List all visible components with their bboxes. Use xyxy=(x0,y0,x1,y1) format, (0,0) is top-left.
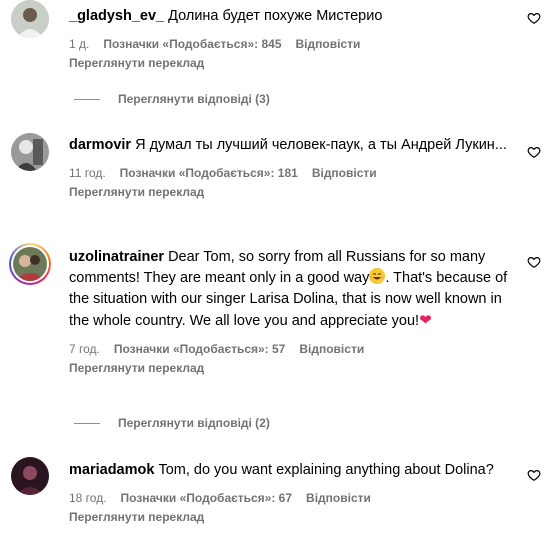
heart-outline-icon[interactable] xyxy=(527,11,541,25)
view-replies-label: Переглянути відповіді (3) xyxy=(118,92,270,106)
timestamp[interactable]: 7 год. xyxy=(69,341,100,357)
comment-content: Tom, do you want explaining anything abo… xyxy=(158,462,494,478)
comment-text: uzolinatrainer Dear Tom, so sorry from al… xyxy=(69,247,511,332)
comment-meta: 7 год. Позначки «Подобається»: 57 Відпов… xyxy=(69,341,511,357)
see-translation-link[interactable]: Переглянути переклад xyxy=(69,509,511,525)
view-replies-label: Переглянути відповіді (2) xyxy=(118,416,270,430)
face-with-tears-of-joy-icon xyxy=(369,268,386,284)
see-translation-link[interactable]: Переглянути переклад xyxy=(69,55,511,71)
username[interactable]: _gladysh_ev_ xyxy=(69,8,164,24)
view-replies-button[interactable]: Переглянути відповіді (2) xyxy=(74,416,270,430)
comment-text: _gladysh_ev_ Долина будет похуже Мистерио xyxy=(69,6,511,27)
comment-body: _gladysh_ev_ Долина будет похуже Мистерио… xyxy=(69,6,511,71)
comments-feed: _gladysh_ev_ Долина будет похуже Мистерио… xyxy=(0,0,555,551)
comment-meta: 18 год. Позначки «Подобається»: 67 Відпо… xyxy=(69,490,511,506)
reply-button[interactable]: Відповісти xyxy=(312,165,377,181)
divider-line xyxy=(74,98,100,100)
heart-outline-icon[interactable] xyxy=(527,468,541,482)
likes-count[interactable]: Позначки «Подобається»: 181 xyxy=(120,165,298,181)
username[interactable]: uzolinatrainer xyxy=(69,249,164,265)
likes-count[interactable]: Позначки «Подобається»: 57 xyxy=(114,341,285,357)
heart-outline-icon[interactable] xyxy=(527,255,541,269)
timestamp[interactable]: 11 год. xyxy=(69,165,106,181)
comment-text: darmovir Я думал ты лучший человек-паук, … xyxy=(69,135,511,156)
avatar-with-story-ring[interactable] xyxy=(9,243,51,285)
reply-button[interactable]: Відповісти xyxy=(306,490,371,506)
likes-count[interactable]: Позначки «Подобається»: 67 xyxy=(121,490,292,506)
username[interactable]: mariadamok xyxy=(69,462,154,478)
timestamp[interactable]: 18 год. xyxy=(69,490,107,506)
comment-meta: 1 д. Позначки «Подобається»: 845 Відпові… xyxy=(69,36,511,52)
comment-text: mariadamok Tom, do you want explaining an… xyxy=(69,460,511,481)
avatar[interactable] xyxy=(11,133,49,171)
comment-meta: 11 год. Позначки «Подобається»: 181 Відп… xyxy=(69,165,511,181)
red-heart-emoji: ❤ xyxy=(419,312,432,329)
view-replies-button[interactable]: Переглянути відповіді (3) xyxy=(74,92,270,106)
avatar-image xyxy=(11,245,49,283)
comment-content: Я думал ты лучший человек-паук, а ты Анд… xyxy=(135,137,507,153)
comment-body: darmovir Я думал ты лучший человек-паук, … xyxy=(69,135,511,200)
avatar[interactable] xyxy=(11,457,49,495)
timestamp[interactable]: 1 д. xyxy=(69,36,89,52)
see-translation-link[interactable]: Переглянути переклад xyxy=(69,184,511,200)
avatar[interactable] xyxy=(11,0,49,38)
heart-outline-icon[interactable] xyxy=(527,145,541,159)
reply-button[interactable]: Відповісти xyxy=(299,341,364,357)
see-translation-link[interactable]: Переглянути переклад xyxy=(69,360,511,376)
comment-body: mariadamok Tom, do you want explaining an… xyxy=(69,460,511,525)
likes-count[interactable]: Позначки «Подобається»: 845 xyxy=(103,36,281,52)
divider-line xyxy=(74,422,100,424)
comment-body: uzolinatrainer Dear Tom, so sorry from al… xyxy=(69,247,511,376)
username[interactable]: darmovir xyxy=(69,137,131,153)
reply-button[interactable]: Відповісти xyxy=(296,36,361,52)
comment-content: Долина будет похуже Мистерио xyxy=(168,8,383,24)
